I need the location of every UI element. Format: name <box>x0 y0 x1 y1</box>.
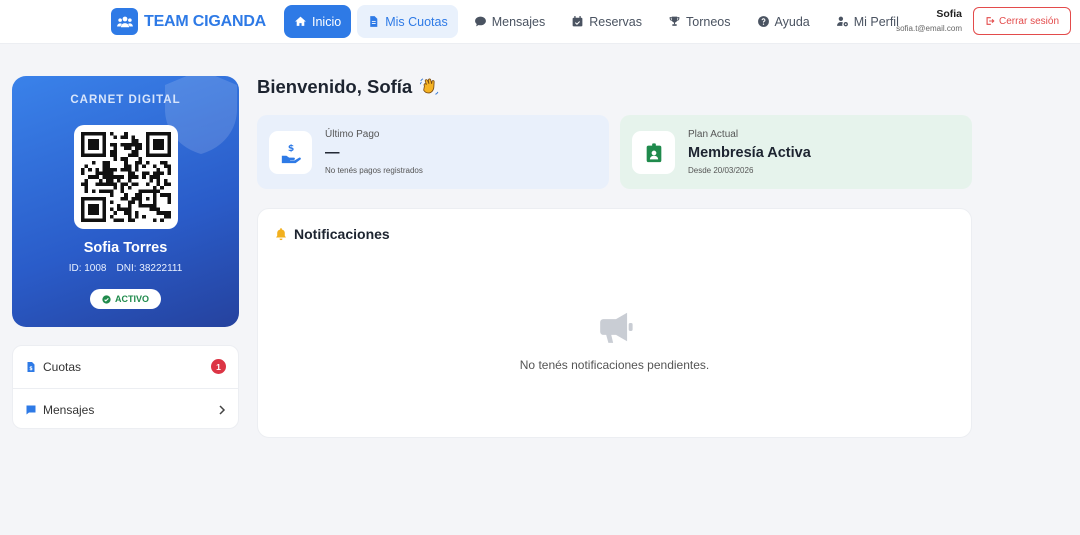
user-info: Sofia sofia.t@email.com <box>896 8 962 33</box>
id-badge-icon <box>632 131 675 174</box>
plan-value: Membresía Activa <box>688 145 811 161</box>
card-title: CARNET DIGITAL <box>70 94 181 106</box>
users-group-icon <box>111 8 138 35</box>
file-invoice-dollar-icon: $ <box>27 362 35 372</box>
top-navbar: TEAM CIGANDA Inicio Mis Cuotas Mensajes … <box>0 0 1080 44</box>
member-name: Sofia Torres <box>83 240 168 256</box>
nav-label: Mi Perfil <box>853 14 899 29</box>
last-payment-value: — <box>325 145 340 161</box>
nav-item-mis-cuotas[interactable]: Mis Cuotas <box>357 5 458 38</box>
notifications-header: Notificaciones <box>274 226 390 242</box>
quick-links: $ Cuotas 1 Mensajes <box>12 345 239 429</box>
last-payment-card: $ Último Pago — No tenés pagos registrad… <box>257 115 609 189</box>
megaphone-icon <box>600 312 633 343</box>
quick-link-cuotas[interactable]: $ Cuotas 1 <box>13 346 238 388</box>
page-title: Bienvenido, Sofía <box>257 76 440 98</box>
last-payment-sub: No tenés pagos registrados <box>325 166 423 175</box>
qr-code-icon <box>81 132 171 222</box>
question-icon <box>757 16 769 27</box>
chevron-right-icon <box>219 405 226 415</box>
nav-item-reservas[interactable]: Reservas <box>561 5 652 38</box>
logout-button[interactable]: Cerrar sesión <box>973 7 1071 35</box>
user-name: Sofia <box>936 8 962 20</box>
plan-label: Plan Actual <box>688 129 739 140</box>
user-email: sofia.t@email.com <box>896 24 962 33</box>
svg-text:$: $ <box>29 366 33 372</box>
logout-label: Cerrar sesión <box>998 15 1060 27</box>
empty-notifications-text: No tenés notificaciones pendientes. <box>519 358 710 372</box>
nav-label: Mis Cuotas <box>385 14 448 29</box>
plan-since: Desde 20/03/2026 <box>688 166 754 175</box>
nav-item-inicio[interactable]: Inicio <box>284 5 352 38</box>
hand-holding-dollar-icon: $ <box>269 131 312 174</box>
home-icon <box>295 16 306 26</box>
user-gear-icon <box>836 16 848 27</box>
file-invoice-icon <box>370 16 378 27</box>
chat-icon <box>474 16 486 27</box>
bell-icon <box>276 228 286 241</box>
notifications-panel: Notificaciones No tenés notificaciones p… <box>257 208 972 438</box>
status-label: ACTIVO <box>114 294 149 304</box>
nav-label: Torneos <box>686 14 731 29</box>
nav-item-mensajes[interactable]: Mensajes <box>464 5 556 38</box>
nav-label: Ayuda <box>774 14 810 29</box>
qr-code[interactable] <box>74 125 178 229</box>
nav-item-torneos[interactable]: Torneos <box>658 5 740 38</box>
current-plan-card: Plan Actual Membresía Activa Desde 20/03… <box>620 115 972 189</box>
logout-icon <box>986 17 995 25</box>
brand[interactable]: TEAM CIGANDA <box>111 8 266 35</box>
last-payment-label: Último Pago <box>325 129 380 140</box>
calendar-check-icon <box>572 16 583 27</box>
brand-name: TEAM CIGANDA <box>144 12 267 30</box>
member-id: ID: 1008 <box>68 263 107 274</box>
main-nav: Inicio Mis Cuotas Mensajes Reservas Torn… <box>284 5 909 38</box>
waving-hand-icon <box>420 78 439 95</box>
welcome-text: Bienvenido, Sofía <box>257 76 413 97</box>
member-dni: DNI: 38222111 <box>116 263 183 274</box>
message-icon <box>26 405 36 414</box>
nav-item-ayuda[interactable]: Ayuda <box>747 5 820 38</box>
quick-link-label: Cuotas <box>43 360 82 374</box>
nav-label: Inicio <box>312 14 342 29</box>
svg-text:$: $ <box>287 143 293 154</box>
quick-link-mensajes[interactable]: Mensajes <box>13 388 238 430</box>
nav-label: Mensajes <box>491 14 546 29</box>
trophy-icon <box>669 16 680 26</box>
pending-count-badge: 1 <box>211 359 226 374</box>
notifications-title: Notificaciones <box>294 226 390 242</box>
digital-card: CARNET DIGITAL Sofia Torres ID: 1008 DNI… <box>12 76 239 327</box>
check-circle-icon <box>102 294 111 304</box>
quick-link-label: Mensajes <box>43 402 95 417</box>
status-badge: ACTIVO <box>90 289 161 309</box>
nav-label: Reservas <box>589 14 643 29</box>
member-ids: ID: 1008 DNI: 38222111 <box>12 263 239 274</box>
